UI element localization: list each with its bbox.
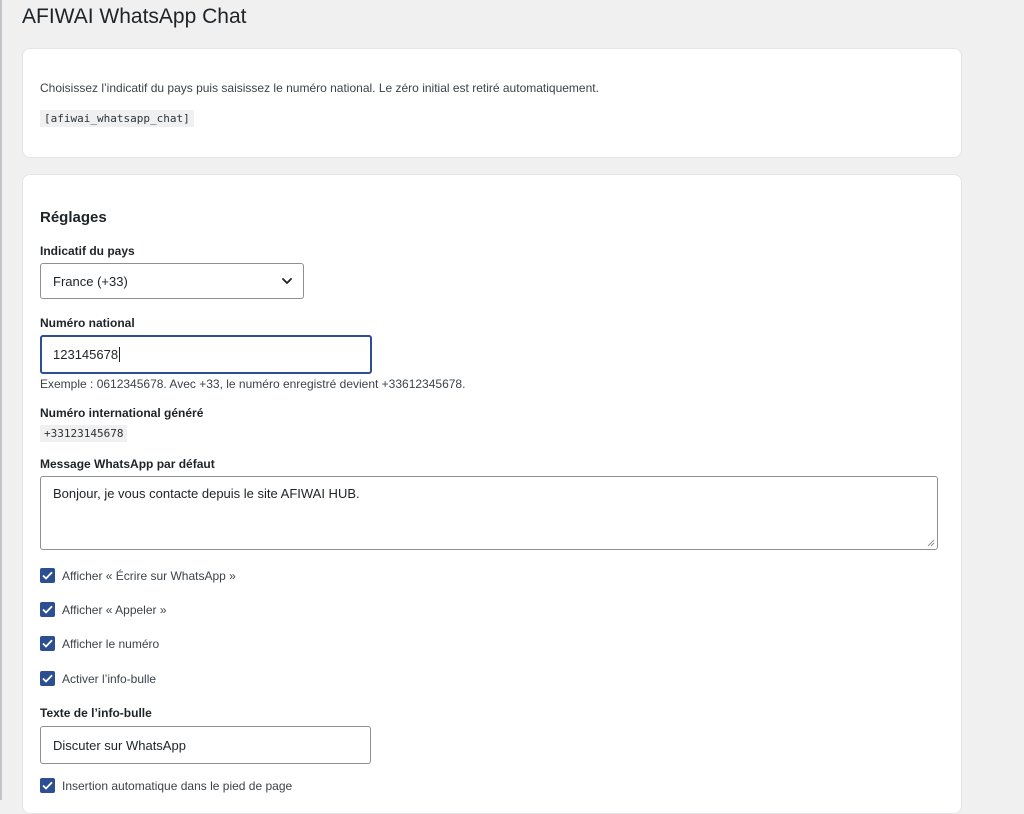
default-message-textarea[interactable]: Bonjour, je vous contacte depuis le site… <box>40 476 938 550</box>
checkbox-checked-icon[interactable] <box>40 568 55 583</box>
intro-text: Choisissez l’indicatif du pays puis sais… <box>40 81 599 95</box>
tooltip-text-label: Texte de l’info-bulle <box>40 706 152 720</box>
international-number-value: +33123145678 <box>40 425 128 442</box>
text-caret <box>119 347 121 362</box>
checkbox-label: Afficher « Appeler » <box>62 602 167 617</box>
national-number-input[interactable]: 123145678 <box>40 335 372 374</box>
tooltip-text-input[interactable]: Discuter sur WhatsApp <box>40 726 371 764</box>
admin-sidebar-edge <box>0 0 2 800</box>
international-number-label: Numéro international généré <box>40 406 204 420</box>
checkbox-checked-icon[interactable] <box>40 671 55 686</box>
checkbox-label: Insertion automatique dans le pied de pa… <box>62 778 293 793</box>
tooltip-text-value: Discuter sur WhatsApp <box>53 737 186 753</box>
national-number-label: Numéro national <box>40 316 135 330</box>
country-code-label: Indicatif du pays <box>40 244 135 258</box>
resize-handle-icon[interactable] <box>927 539 935 547</box>
checkbox-checked-icon[interactable] <box>40 602 55 617</box>
checkbox-show-write[interactable]: Afficher « Écrire sur WhatsApp » <box>40 568 236 583</box>
section-title: Réglages <box>40 209 107 226</box>
settings-card: Réglages Indicatif du pays France (+33) … <box>22 174 962 814</box>
national-number-value: 123145678 <box>53 347 119 362</box>
intro-card: Choisissez l’indicatif du pays puis sais… <box>22 48 962 158</box>
checkbox-footer-insert[interactable]: Insertion automatique dans le pied de pa… <box>40 778 292 793</box>
page-title: AFIWAI WhatsApp Chat <box>22 5 247 28</box>
national-number-help: Exemple : 0612345678. Avec +33, le numér… <box>40 377 466 391</box>
checkbox-enable-tooltip[interactable]: Activer l’info-bulle <box>40 671 156 686</box>
checkbox-label: Afficher « Écrire sur WhatsApp » <box>62 568 236 583</box>
default-message-value: Bonjour, je vous contacte depuis le site… <box>53 486 360 501</box>
checkbox-label: Activer l’info-bulle <box>62 671 157 686</box>
shortcode: [afiwai_whatsapp_chat] <box>40 110 194 127</box>
checkbox-show-call[interactable]: Afficher « Appeler » <box>40 602 167 617</box>
checkbox-checked-icon[interactable] <box>40 778 55 793</box>
country-code-select[interactable]: France (+33) <box>40 263 304 299</box>
checkbox-label: Afficher le numéro <box>62 636 160 651</box>
checkbox-checked-icon[interactable] <box>40 636 55 651</box>
checkbox-show-number[interactable]: Afficher le numéro <box>40 636 159 651</box>
country-code-value: France (+33) <box>53 274 128 289</box>
chevron-down-icon <box>282 278 292 284</box>
default-message-label: Message WhatsApp par défaut <box>40 457 215 471</box>
